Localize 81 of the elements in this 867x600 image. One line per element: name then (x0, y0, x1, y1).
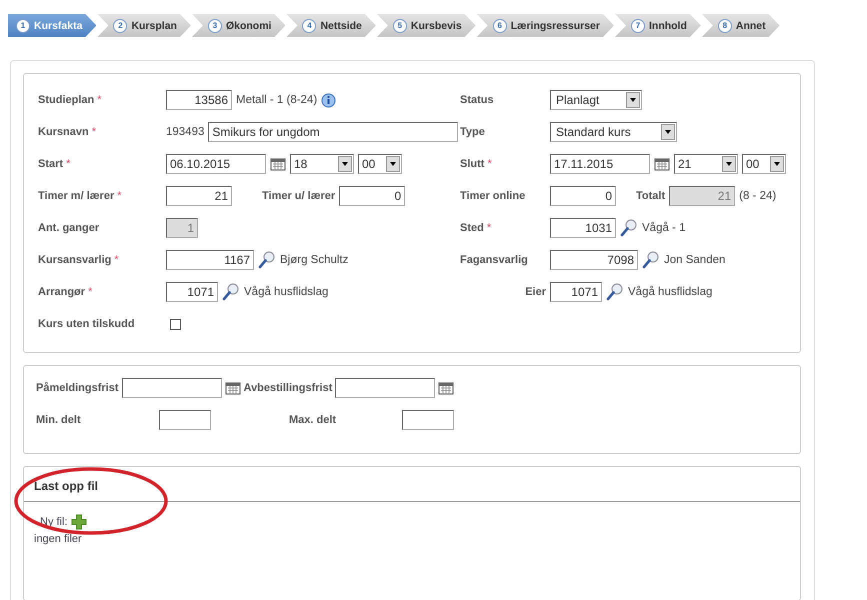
field-label: Påmeldingsfrist (36, 382, 119, 394)
input-field[interactable]: 1071 (550, 282, 602, 302)
input-field[interactable]: 13586 (166, 90, 232, 110)
field-label: Arrangør (38, 286, 86, 298)
field-label: Kursnavn (38, 126, 89, 138)
required-marker: * (66, 158, 70, 170)
field-label: Timer online (460, 190, 526, 202)
search-icon[interactable] (620, 219, 638, 237)
field-label: Studieplan (38, 94, 94, 106)
input-field[interactable]: 21 (166, 186, 232, 206)
input-field[interactable] (402, 410, 454, 430)
field-label: Fagansvarlig (460, 254, 528, 266)
input-field[interactable] (159, 410, 211, 430)
field-text: Jon Sanden (664, 254, 726, 266)
required-marker: * (97, 94, 102, 106)
input-field[interactable]: 1071 (166, 282, 218, 302)
checkbox[interactable] (170, 318, 181, 330)
minute-dropdown[interactable]: 00 (742, 154, 786, 174)
date-field[interactable]: 06.10.2015 (166, 154, 266, 174)
field-text: (8 - 24) (739, 190, 776, 202)
date-field[interactable] (335, 378, 436, 398)
hour-dropdown[interactable]: 21 (674, 154, 738, 174)
field-label: Totalt (636, 190, 666, 202)
info-icon[interactable] (321, 92, 336, 108)
field-text: 193493 (166, 126, 204, 138)
field-label: Kurs uten tilskudd (38, 318, 135, 330)
search-icon[interactable] (258, 251, 276, 269)
date-field[interactable] (122, 378, 222, 398)
field-text: Vågå husflidslag (628, 286, 712, 298)
input-field[interactable]: 0 (550, 186, 616, 206)
step-tab[interactable]: 2 Kursplan (97, 14, 191, 37)
field-text: Bjørg Schultz (280, 254, 348, 266)
field-text: Vågå husflidslag (244, 286, 328, 298)
input-field[interactable]: 0 (339, 186, 406, 206)
field-label: Avbestillingsfrist (244, 382, 332, 394)
calendar-icon[interactable] (654, 157, 670, 171)
dropdown[interactable]: Standard kurs (550, 122, 677, 142)
required-marker: * (92, 126, 96, 138)
required-marker: * (487, 158, 492, 170)
field-label: Start (38, 158, 64, 170)
required-marker: * (117, 190, 122, 202)
calendar-icon[interactable] (224, 381, 241, 395)
step-tab[interactable]: 1 Kursfakta (8, 14, 96, 37)
field-label: Eier (524, 286, 546, 298)
search-icon[interactable] (606, 283, 624, 301)
field-label: Max. delt (289, 414, 336, 426)
step-tab[interactable]: 6 Læringsressurser (476, 14, 614, 37)
field-label: Status (460, 94, 494, 106)
minute-dropdown[interactable]: 00 (358, 154, 402, 174)
step-tab[interactable]: 4 Nettside (286, 14, 376, 37)
empty-message: ingen filer (33, 532, 83, 545)
required-marker: * (114, 254, 119, 266)
field-label: Ant. ganger (38, 222, 100, 234)
input-field[interactable]: 7098 (550, 250, 638, 270)
search-icon[interactable] (642, 251, 660, 269)
field-label: Sted (460, 222, 484, 234)
date-field[interactable]: 17.11.2015 (550, 154, 650, 174)
step-tab[interactable]: 5 Kursbevis (376, 14, 476, 37)
calendar-icon[interactable] (438, 381, 454, 395)
input-field[interactable]: Smikurs for ungdom (208, 122, 458, 142)
step-tab[interactable]: 3 Økonomi (192, 14, 286, 37)
field-label: Min. delt (36, 414, 81, 426)
add-icon[interactable] (70, 514, 86, 530)
hour-dropdown[interactable]: 18 (290, 154, 354, 174)
input-field[interactable]: 1031 (550, 218, 616, 238)
field-label: Type (460, 126, 485, 138)
step-tab[interactable]: 7 Innhold (614, 14, 701, 37)
field-label: Kursansvarlig (38, 254, 112, 266)
dropdown[interactable]: Planlagt (550, 90, 642, 110)
field-text: Vågå - 1 (642, 222, 686, 234)
search-icon[interactable] (222, 283, 240, 301)
section-title: Last opp fil (24, 467, 800, 502)
required-marker: * (88, 286, 92, 298)
step-tab[interactable]: 8 Annet (702, 14, 780, 37)
required-marker: * (486, 222, 492, 234)
field-text: Metall - 1 (8-24) (236, 94, 318, 106)
calendar-icon[interactable] (270, 157, 286, 171)
field-label: Timer u/ lærer (262, 190, 336, 202)
field-label: Timer m/ lærer (38, 190, 114, 202)
input-field[interactable]: 1167 (166, 250, 254, 270)
field-label: Slutt (460, 158, 484, 170)
